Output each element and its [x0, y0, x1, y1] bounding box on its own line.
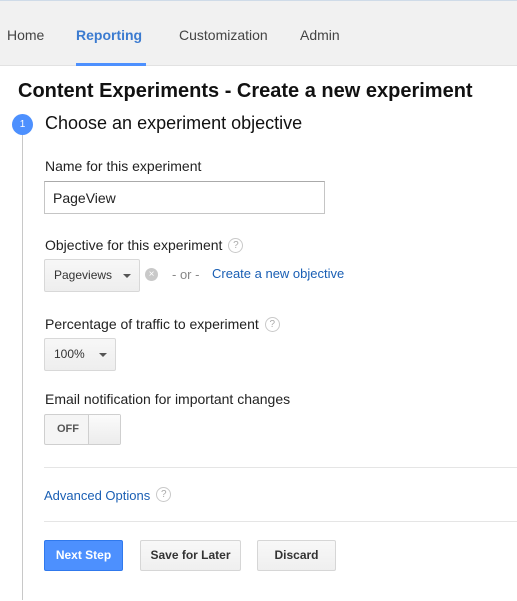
create-objective-link[interactable]: Create a new objective: [212, 266, 344, 281]
help-icon[interactable]: ?: [264, 316, 280, 332]
clear-icon[interactable]: ×: [145, 268, 158, 281]
traffic-label-row: Percentage of traffic to experiment?: [45, 316, 280, 333]
help-icon[interactable]: ?: [228, 237, 244, 253]
top-nav: Home Reporting Customization Admin: [0, 0, 517, 66]
advanced-options-row: Advanced Options?: [44, 487, 172, 505]
chevron-down-icon: [123, 274, 131, 278]
experiment-name-input[interactable]: [44, 181, 325, 214]
step-connector-line: [22, 132, 23, 600]
traffic-label: Percentage of traffic to experiment: [45, 316, 259, 332]
objective-label-row: Objective for this experiment?: [45, 237, 244, 254]
help-icon[interactable]: ?: [156, 487, 172, 503]
advanced-options-link[interactable]: Advanced Options: [44, 488, 150, 503]
save-for-later-button[interactable]: Save for Later: [140, 540, 241, 571]
email-notification-toggle[interactable]: OFF: [44, 414, 121, 445]
active-tab-indicator: [76, 63, 146, 66]
divider: [44, 521, 517, 522]
toggle-state-label: OFF: [57, 423, 79, 435]
experiment-name-label: Name for this experiment: [45, 158, 202, 174]
divider: [44, 467, 517, 468]
objective-label: Objective for this experiment: [45, 237, 223, 253]
toggle-knob: [88, 415, 120, 444]
email-notification-label: Email notification for important changes: [45, 391, 291, 407]
step-number-badge: 1: [12, 114, 33, 135]
traffic-select[interactable]: 100%: [44, 338, 116, 371]
traffic-selected-value: 100%: [54, 347, 85, 361]
tab-reporting[interactable]: Reporting: [76, 27, 142, 43]
tab-customization[interactable]: Customization: [179, 27, 268, 43]
step-title: Choose an experiment objective: [45, 113, 303, 133]
objective-selected-value: Pageviews: [54, 268, 113, 282]
next-step-button[interactable]: Next Step: [44, 540, 123, 571]
page-title: Content Experiments - Create a new exper…: [18, 80, 473, 102]
tab-admin[interactable]: Admin: [300, 27, 340, 43]
objective-select[interactable]: Pageviews: [44, 259, 140, 292]
discard-button[interactable]: Discard: [257, 540, 336, 571]
or-separator: - or -: [172, 267, 200, 282]
chevron-down-icon: [99, 353, 107, 357]
tab-home[interactable]: Home: [7, 27, 44, 43]
